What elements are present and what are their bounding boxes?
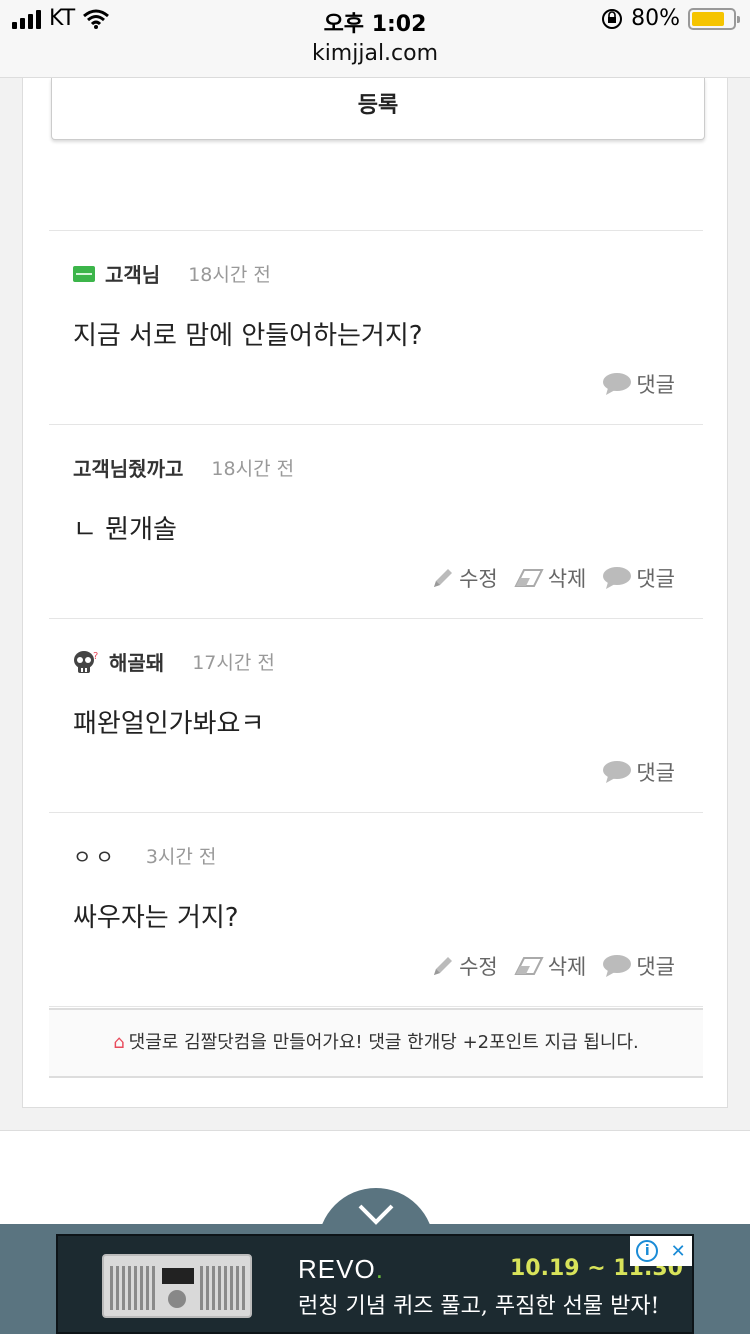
address-bar[interactable]: kimjjal.com <box>0 40 750 78</box>
point-notice: ⌂ 댓글로 김짤닷컴을 만들어가요! 댓글 한개당 +2포인트 지급 됩니다. <box>49 1008 703 1078</box>
comment-item: 고객님줬까고 18시간 전 ㄴ 뭔개솔 수정 삭제 댓글 <box>49 425 703 619</box>
submit-button[interactable]: 등록 <box>51 78 705 140</box>
close-icon[interactable]: ✕ <box>671 1241 686 1262</box>
comment-body: 싸우자는 거지? <box>73 903 239 933</box>
pencil-icon <box>434 569 453 587</box>
edit-label: 수정 <box>459 567 498 591</box>
edit-label: 수정 <box>459 955 498 979</box>
battery-icon <box>688 7 740 30</box>
edit-button[interactable]: 수정 <box>431 563 498 593</box>
battery-percent: 80% <box>631 6 680 31</box>
comment-time: 3시간 전 <box>145 846 217 868</box>
delete-button[interactable]: 삭제 <box>514 563 587 593</box>
status-bar: KT 오후 1:02 80% <box>0 0 750 40</box>
speech-bubble-icon <box>603 373 632 395</box>
comment-body: 패완얼인가봐요ㅋ <box>73 709 265 739</box>
reply-button[interactable]: 댓글 <box>602 951 675 981</box>
reply-button[interactable]: 댓글 <box>602 757 675 787</box>
delete-label: 삭제 <box>547 567 587 591</box>
comment-time: 18시간 전 <box>188 264 271 286</box>
ad-banner[interactable]: REVO. 10.19 ~ 11.30 런칭 기념 퀴즈 풀고, 푸짐한 선물 … <box>56 1234 694 1334</box>
reply-label: 댓글 <box>636 955 675 979</box>
speech-bubble-icon <box>603 761 632 783</box>
comment-item: ㅇㅇ 3시간 전 싸우자는 거지? 수정 삭제 댓글 <box>49 813 703 1007</box>
comment-time: 18시간 전 <box>211 458 295 480</box>
comment-author[interactable]: 고객님 <box>105 259 160 288</box>
url-text: kimjjal.com <box>311 41 439 66</box>
eraser-icon <box>514 569 544 587</box>
reply-label: 댓글 <box>636 373 675 397</box>
orientation-lock-icon <box>602 8 623 29</box>
comment-body: 지금 서로 맘에 안들어하는거지? <box>73 321 423 351</box>
level-badge-icon <box>73 265 95 282</box>
eraser-icon <box>514 957 544 975</box>
comment-item: ? 해골돼 17시간 전 패완얼인가봐요ㅋ 댓글 <box>49 619 703 813</box>
radio-product-image <box>102 1254 252 1318</box>
svg-text:?: ? <box>93 651 98 662</box>
ad-controls[interactable]: i ✕ <box>630 1236 692 1266</box>
comment-panel: 등록 고객님 18시간 전 지금 서로 맘에 안들어하는거지? 댓글 고객님줬까… <box>22 78 728 1108</box>
comment-author[interactable]: 해골돼 <box>109 647 164 676</box>
speech-bubble-icon <box>603 567 632 589</box>
pencil-icon <box>434 957 453 975</box>
skull-icon: ? <box>74 650 98 673</box>
comment-item: 고객님 18시간 전 지금 서로 맘에 안들어하는거지? 댓글 <box>49 231 703 425</box>
comment-author[interactable]: ㅇㅇ <box>73 841 118 870</box>
reply-button[interactable]: 댓글 <box>602 369 675 399</box>
ad-info-icon[interactable]: i <box>636 1240 659 1262</box>
comment-time: 17시간 전 <box>192 652 275 674</box>
delete-label: 삭제 <box>547 955 587 979</box>
home-icon: ⌂ <box>113 1032 125 1053</box>
comment-list: 고객님 18시간 전 지금 서로 맘에 안들어하는거지? 댓글 고객님줬까고 1… <box>49 230 703 1007</box>
reply-label: 댓글 <box>636 567 675 591</box>
reply-button[interactable]: 댓글 <box>602 563 675 593</box>
ad-brand: REVO. <box>298 1254 384 1284</box>
notice-text: 댓글로 김짤닷컴을 만들어가요! 댓글 한개당 +2포인트 지급 됩니다. <box>128 1032 639 1053</box>
edit-button[interactable]: 수정 <box>431 951 498 981</box>
chevron-down-icon <box>358 1204 394 1225</box>
reply-label: 댓글 <box>636 761 675 785</box>
delete-button[interactable]: 삭제 <box>514 951 587 981</box>
comment-author[interactable]: 고객님줬까고 <box>73 453 183 482</box>
speech-bubble-icon <box>603 955 632 977</box>
ad-copy: 런칭 기념 퀴즈 풀고, 푸짐한 선물 받자! <box>298 1294 660 1319</box>
comment-body: ㄴ 뭔개솔 <box>73 515 177 545</box>
